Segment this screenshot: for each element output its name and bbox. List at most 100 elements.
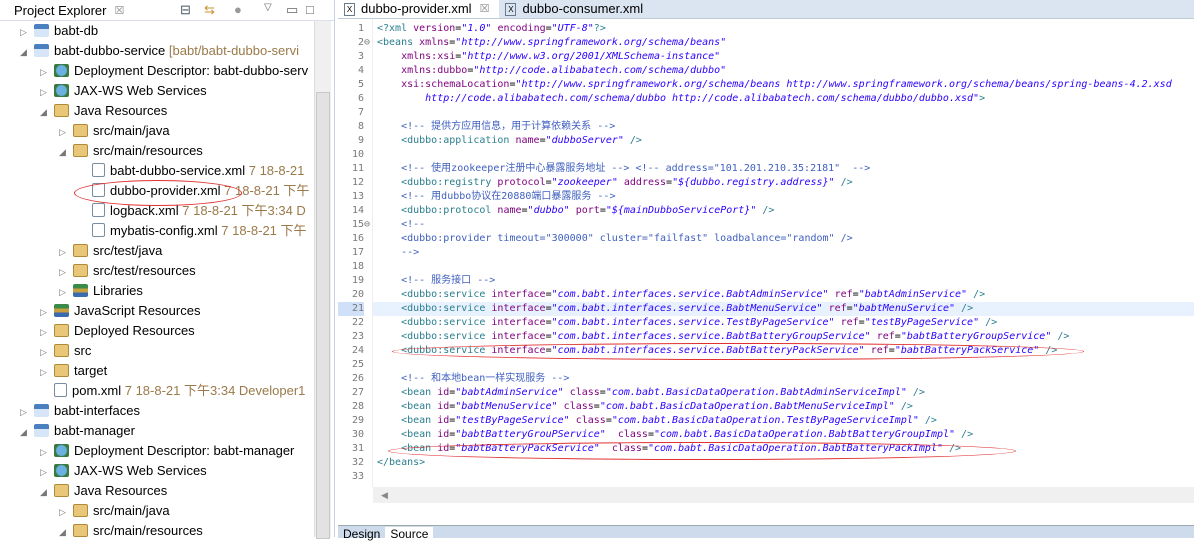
tree-item[interactable]: ▷ JAX-WS Web Services [40, 81, 207, 101]
code-line[interactable]: <dubbo:provider timeout="300000" cluster… [377, 232, 1194, 246]
filter-icon[interactable]: ● [234, 2, 242, 17]
tab-design[interactable]: Design [338, 527, 385, 541]
code-area[interactable]: <?xml version="1.0" encoding="UTF-8"?> <b… [373, 19, 1194, 487]
tree-item[interactable]: ◢ babt-manager [20, 421, 135, 441]
code-line[interactable]: http://code.alibabatech.com/schema/dubbo… [377, 92, 1194, 106]
expand-arrow-icon[interactable]: ◢ [59, 522, 73, 537]
tree-item[interactable]: ▷ Libraries [59, 281, 143, 301]
code-line[interactable] [377, 358, 1194, 372]
tree-item[interactable]: ▷ target [40, 361, 107, 381]
code-line[interactable]: <bean id="babtMenuService" class="com.ba… [377, 400, 1194, 414]
code-line[interactable]: <!-- 提供方应用信息，用于计算依赖关系 --> [377, 120, 1194, 134]
code-line[interactable]: <!-- 使用zookeeper注册中心暴露服务地址 --> <!-- addr… [377, 162, 1194, 176]
tree-item[interactable]: ▷ src/test/java [59, 241, 162, 261]
expand-arrow-icon[interactable]: ▷ [40, 362, 54, 382]
tab-source[interactable]: Source [385, 527, 434, 541]
scroll-left-icon[interactable]: ◀ [381, 490, 388, 500]
code-line[interactable]: <dubbo:service interface="com.babt.inter… [377, 330, 1194, 344]
tree-item[interactable]: mybatis-config.xml 7 18-8-21 下午 [78, 221, 307, 241]
scrollbar-thumb[interactable] [316, 92, 330, 539]
tree-item[interactable]: pom.xml 7 18-8-21 下午3:34 Developer1 [40, 381, 305, 401]
tree-item[interactable]: ▷ src/main/java [59, 501, 170, 521]
expand-arrow-icon[interactable]: ▷ [40, 442, 54, 462]
expand-arrow-icon[interactable]: ▷ [40, 462, 54, 482]
code-line[interactable]: <dubbo:service interface="com.babt.inter… [377, 288, 1194, 302]
code-line[interactable]: <!-- 用dubbo协议在20880端口暴露服务 --> [377, 190, 1194, 204]
code-line[interactable]: <dubbo:application name="dubboServer" /> [377, 134, 1194, 148]
tree-item[interactable]: ▷ src [40, 341, 91, 361]
line-number: 24 [351, 345, 364, 356]
tree-item[interactable]: ◢ src/main/resources [59, 141, 203, 161]
code-line[interactable]: <dubbo:protocol name="dubbo" port="${mai… [377, 204, 1194, 218]
code-line[interactable]: <?xml version="1.0" encoding="UTF-8"?> [377, 22, 1194, 36]
tab-dubbo-provider[interactable]: X dubbo-provider.xml ☒ [338, 0, 500, 18]
collapse-all-icon[interactable]: ⊟ [180, 2, 191, 18]
expand-arrow-icon[interactable]: ▷ [40, 322, 54, 342]
tree-item[interactable]: ▷ Deployment Descriptor: babt-dubbo-serv [40, 61, 308, 81]
tree-item[interactable]: dubbo-provider.xml 7 18-8-21 下午 [78, 181, 309, 201]
code-line[interactable]: xmlns:xsi="http://www.w3.org/2001/XMLSch… [377, 50, 1194, 64]
tree-item[interactable]: ◢ babt-dubbo-service [babt/babt-dubbo-ser… [20, 41, 299, 61]
tab-dubbo-consumer[interactable]: X dubbo-consumer.xml [499, 0, 653, 18]
code-line[interactable]: <bean id="testByPageService" class="com.… [377, 414, 1194, 428]
code-line[interactable] [377, 260, 1194, 274]
tree-item[interactable]: ▷ babt-interfaces [20, 401, 140, 421]
code-line[interactable]: <beans xmlns="http://www.springframework… [377, 36, 1194, 50]
code-line[interactable]: <dubbo:service interface="com.babt.inter… [373, 302, 1194, 316]
code-line[interactable]: xsi:schemaLocation="http://www.springfra… [377, 78, 1194, 92]
expand-arrow-icon[interactable]: ▷ [59, 502, 73, 522]
minimize-icon[interactable]: ▭ [286, 2, 298, 18]
tree-item[interactable]: ▷ babt-db [20, 21, 98, 41]
code-line[interactable]: <bean id="babtBatteryGrouPService" class… [377, 428, 1194, 442]
code-token-cm: <dubbo:provider timeout="300000" cluster… [377, 233, 853, 244]
expand-arrow-icon[interactable]: ▷ [59, 282, 73, 302]
horizontal-scrollbar[interactable]: ◀ [373, 487, 1194, 503]
project-explorer-title[interactable]: Project Explorer [14, 3, 106, 18]
tree-item[interactable]: ▷ JAX-WS Web Services [40, 461, 207, 481]
code-line[interactable]: <bean id="babtBatteryPackService" class=… [377, 442, 1194, 456]
expand-arrow-icon[interactable]: ▷ [59, 262, 73, 282]
tree-item[interactable]: ▷ Deployment Descriptor: babt-manager [40, 441, 294, 461]
expand-arrow-icon[interactable]: ◢ [40, 102, 54, 122]
expand-arrow-icon[interactable]: ▷ [40, 302, 54, 322]
tree-item[interactable]: ◢ src/main/resources [59, 521, 203, 537]
code-line[interactable] [377, 470, 1194, 484]
expand-arrow-icon[interactable]: ▷ [59, 122, 73, 142]
expand-arrow-icon[interactable]: ▷ [20, 402, 34, 422]
maximize-icon[interactable]: □ [306, 2, 314, 17]
expand-arrow-icon[interactable]: ◢ [20, 422, 34, 442]
view-menu-icon[interactable]: ▽ [264, 2, 272, 13]
tree-item[interactable]: ▷ src/test/resources [59, 261, 196, 281]
code-line[interactable]: <dubbo:registry protocol="zookeeper" add… [377, 176, 1194, 190]
expand-arrow-icon[interactable]: ▷ [40, 82, 54, 102]
tree-item[interactable]: ◢ Java Resources [40, 101, 167, 121]
code-line[interactable]: <dubbo:service interface="com.babt.inter… [377, 316, 1194, 330]
expand-arrow-icon[interactable]: ▷ [40, 342, 54, 362]
code-line[interactable]: --> [377, 246, 1194, 260]
code-line[interactable]: xmlns:dubbo="http://code.alibabatech.com… [377, 64, 1194, 78]
close-tab-icon[interactable]: ☒ [480, 0, 490, 18]
expand-arrow-icon[interactable]: ▷ [59, 242, 73, 262]
expand-arrow-icon[interactable]: ◢ [59, 142, 73, 162]
code-line[interactable] [377, 148, 1194, 162]
code-line[interactable]: <bean id="babtAdminService" class="com.b… [377, 386, 1194, 400]
tree-item[interactable]: ▷ Deployed Resources [40, 321, 195, 341]
tree-item[interactable]: ▷ JavaScript Resources [40, 301, 200, 321]
expand-arrow-icon[interactable]: ◢ [20, 42, 34, 62]
code-line[interactable] [377, 106, 1194, 120]
tree-item[interactable]: babt-dubbo-service.xml 7 18-8-21 [78, 161, 304, 181]
folder-icon [54, 104, 69, 117]
link-with-editor-icon[interactable]: ⇆ [204, 2, 215, 18]
code-line[interactable]: <dubbo:service interface="com.babt.inter… [377, 344, 1194, 358]
code-line[interactable]: <!-- [377, 218, 1194, 232]
tree-item[interactable]: ◢ Java Resources [40, 481, 167, 501]
expand-arrow-icon[interactable]: ▷ [40, 62, 54, 82]
tree-item[interactable]: logback.xml 7 18-8-21 下午3:34 D [78, 201, 306, 221]
code-line[interactable]: <!-- 服务接口 --> [377, 274, 1194, 288]
expand-arrow-icon[interactable]: ▷ [20, 22, 34, 42]
close-icon[interactable]: ☒ [114, 4, 124, 17]
code-line[interactable]: </beans> [377, 456, 1194, 470]
expand-arrow-icon[interactable]: ◢ [40, 482, 54, 502]
code-line[interactable]: <!-- 和本地bean一样实现服务 --> [377, 372, 1194, 386]
tree-item[interactable]: ▷ src/main/java [59, 121, 170, 141]
